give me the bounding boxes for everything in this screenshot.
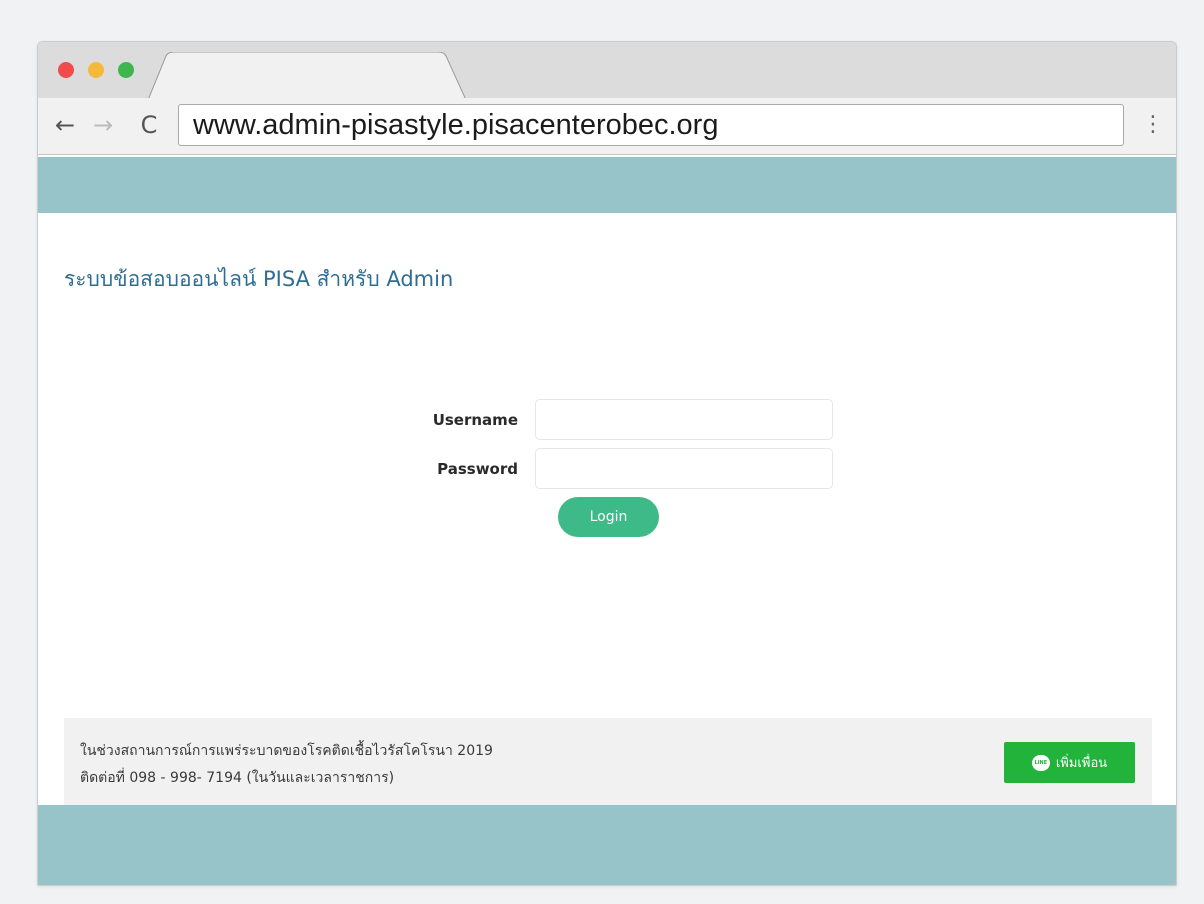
page-title: ระบบข้อสอบออนไลน์ PISA สำหรับ Admin: [64, 267, 454, 291]
line-chat-icon: LINE: [1031, 754, 1050, 771]
footer-notice-line1: ในช่วงสถานการณ์การแพร่ระบาดของโรคติดเชื้…: [80, 743, 493, 759]
site-footer-bar: [38, 805, 1176, 885]
reload-icon[interactable]: C: [134, 110, 164, 140]
back-icon[interactable]: ←: [50, 110, 80, 140]
minimize-window-dot[interactable]: [88, 62, 104, 78]
password-label: Password: [437, 460, 518, 478]
maximize-window-dot[interactable]: [118, 62, 134, 78]
username-label: Username: [432, 411, 518, 429]
address-bar[interactable]: www.admin-pisastyle.pisacenterobec.org: [178, 104, 1124, 146]
login-button[interactable]: Login: [558, 497, 659, 537]
add-friend-label: เพิ่มเพื่อน: [1055, 756, 1108, 771]
browser-toolbar: ← → C www.admin-pisastyle.pisacenterobec…: [38, 98, 1176, 155]
browser-menu-icon[interactable]: ⋮: [1142, 110, 1164, 140]
close-window-dot[interactable]: [58, 62, 74, 78]
browser-tab[interactable]: [148, 52, 468, 100]
forward-icon[interactable]: →: [88, 110, 118, 140]
line-add-friend-button[interactable]: LINE เพิ่มเพื่อน: [1004, 742, 1135, 783]
site-header-bar: [38, 157, 1176, 213]
browser-window: ← → C www.admin-pisastyle.pisacenterobec…: [37, 41, 1177, 886]
password-input[interactable]: [535, 448, 833, 489]
footer-notice: ในช่วงสถานการณ์การแพร่ระบาดของโรคติดเชื้…: [64, 718, 1152, 805]
browser-titlebar: [38, 42, 1176, 100]
username-input[interactable]: [535, 399, 833, 440]
footer-contact-line: ติดต่อที่ 098 - 998- 7194 (ในวันและเวลาร…: [80, 770, 395, 786]
